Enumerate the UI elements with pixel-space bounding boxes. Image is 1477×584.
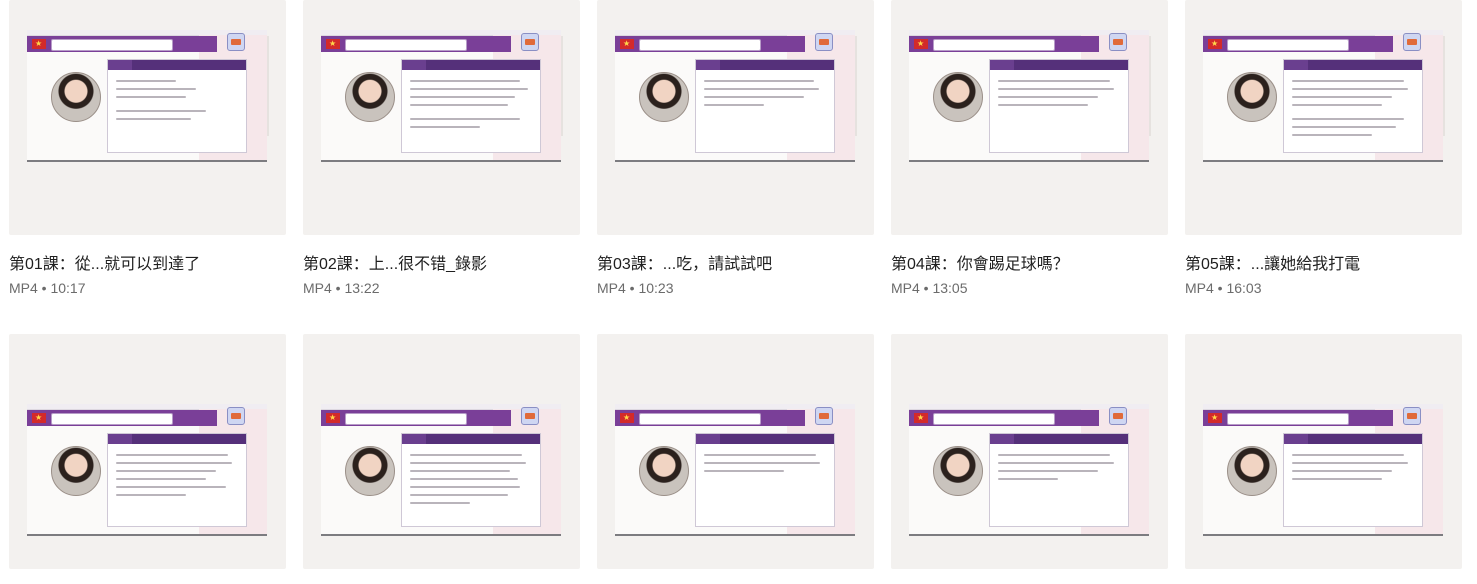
avatar	[345, 446, 395, 496]
vietnam-flag-icon	[326, 38, 340, 50]
video-thumbnail[interactable]	[597, 334, 874, 569]
vietnam-flag-icon	[326, 412, 340, 424]
avatar	[1227, 72, 1277, 122]
video-thumbnail[interactable]	[891, 334, 1168, 569]
vietnam-flag-icon	[620, 38, 634, 50]
video-card[interactable]	[597, 334, 874, 569]
video-card[interactable]: 第05課：...讓她給我打電 MP4 • 16:03	[1185, 0, 1462, 296]
video-title[interactable]: 第05課：...讓她給我打電	[1185, 255, 1360, 275]
avatar	[1227, 446, 1277, 496]
video-card[interactable]: 第01課：從...就可以到達了 MP4 • 10:17	[9, 0, 286, 296]
school-logo-icon	[815, 33, 833, 51]
video-thumbnail[interactable]	[891, 0, 1168, 235]
video-thumbnail[interactable]	[9, 334, 286, 569]
avatar	[639, 72, 689, 122]
video-thumbnail[interactable]	[1185, 334, 1462, 569]
school-logo-icon	[521, 407, 539, 425]
video-meta: MP4 • 10:17	[9, 280, 86, 296]
video-title[interactable]: 第04課：你會踢足球嗎？	[891, 255, 1069, 275]
video-card[interactable]	[303, 334, 580, 569]
vietnam-flag-icon	[1208, 38, 1222, 50]
video-meta: MP4 • 10:23	[597, 280, 674, 296]
video-thumbnail[interactable]	[597, 0, 874, 235]
school-logo-icon	[1109, 407, 1127, 425]
school-logo-icon	[521, 33, 539, 51]
video-card[interactable]	[9, 334, 286, 569]
school-logo-icon	[227, 407, 245, 425]
video-card[interactable]	[891, 334, 1168, 569]
avatar	[933, 446, 983, 496]
video-thumbnail[interactable]	[1185, 0, 1462, 235]
vietnam-flag-icon	[914, 412, 928, 424]
avatar	[933, 72, 983, 122]
avatar	[639, 446, 689, 496]
school-logo-icon	[1403, 33, 1421, 51]
school-logo-icon	[1403, 407, 1421, 425]
video-card[interactable]	[1185, 334, 1462, 569]
school-logo-icon	[227, 33, 245, 51]
vietnam-flag-icon	[1208, 412, 1222, 424]
video-thumbnail[interactable]	[9, 0, 286, 235]
school-logo-icon	[1109, 33, 1127, 51]
video-card[interactable]: 第02課：上...很不错_錄影 MP4 • 13:22	[303, 0, 580, 296]
video-thumbnail[interactable]	[303, 334, 580, 569]
vietnam-flag-icon	[914, 38, 928, 50]
vietnam-flag-icon	[620, 412, 634, 424]
vietnam-flag-icon	[32, 412, 46, 424]
video-thumbnail[interactable]	[303, 0, 580, 235]
video-meta: MP4 • 16:03	[1185, 280, 1262, 296]
video-meta: MP4 • 13:22	[303, 280, 380, 296]
vietnam-flag-icon	[32, 38, 46, 50]
avatar	[345, 72, 395, 122]
video-title[interactable]: 第02課：上...很不错_錄影	[303, 255, 487, 275]
school-logo-icon	[815, 407, 833, 425]
video-meta: MP4 • 13:05	[891, 280, 968, 296]
avatar	[51, 72, 101, 122]
video-title[interactable]: 第01課：從...就可以到達了	[9, 255, 200, 275]
video-card[interactable]: 第03課：...吃，請試試吧 MP4 • 10:23	[597, 0, 874, 296]
video-card[interactable]: 第04課：你會踢足球嗎？ MP4 • 13:05	[891, 0, 1168, 296]
avatar	[51, 446, 101, 496]
video-title[interactable]: 第03課：...吃，請試試吧	[597, 255, 772, 275]
